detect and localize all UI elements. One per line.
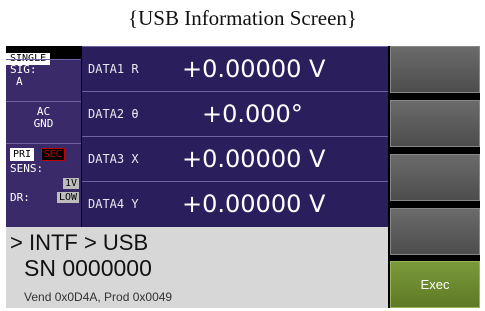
sens-label: SENS:	[10, 162, 44, 175]
sec-badge: SEC	[40, 148, 65, 161]
data-rows: DATA1 R +0.00000 V DATA2 θ +0.000° DATA3…	[82, 46, 388, 227]
data-row-value: +0.000°	[202, 100, 303, 128]
softkey-2[interactable]	[390, 100, 480, 147]
sensitivity-status: PRI SEC SENS: 1V DR: LOW	[6, 143, 81, 227]
data-row: DATA3 X +0.00000 V	[82, 136, 388, 181]
data-row-value: +0.00000 V	[182, 190, 326, 218]
softkey-column: Exec	[390, 46, 480, 308]
data-row-label: DATA1 R	[88, 62, 139, 76]
dr-label: DR:	[10, 191, 30, 204]
screen-caption: {USB Information Screen}	[128, 6, 357, 30]
exec-softkey[interactable]: Exec	[390, 261, 480, 308]
instrument-screen: SINGLE SIG: A AC GND PRI SEC SENS: 1V DR…	[6, 46, 480, 308]
softkey-3[interactable]	[390, 154, 480, 201]
pri-badge: PRI	[10, 148, 35, 161]
data-row-value: +0.00000 V	[182, 145, 326, 173]
dr-value: LOW	[56, 192, 79, 203]
usb-info-panel: > INTF > USB SN 0000000 Vend 0x0D4A, Pro…	[6, 227, 388, 308]
vendor-product-ids: Vend 0x0D4A, Prod 0x0049	[24, 290, 173, 304]
signal-status: SIG: A	[6, 59, 81, 101]
coupling-line-2: GND	[33, 117, 54, 130]
mode-tag: SINGLE	[6, 46, 81, 65]
data-row-label: DATA4 Y	[88, 197, 139, 211]
data-row-value: +0.00000 V	[182, 55, 326, 83]
data-row: DATA2 θ +0.000°	[82, 91, 388, 136]
data-row: DATA4 Y +0.00000 V	[82, 181, 388, 226]
softkey-4[interactable]	[390, 208, 480, 255]
menu-path: > INTF > USB	[10, 230, 149, 255]
data-row-label: DATA2 θ	[88, 107, 139, 121]
status-panel: SINGLE SIG: A AC GND PRI SEC SENS: 1V DR…	[6, 46, 81, 227]
softkey-1[interactable]	[390, 46, 480, 93]
serial-number: SN 0000000	[24, 255, 152, 281]
coupling-status: AC GND	[6, 101, 81, 143]
sens-value: 1V	[62, 178, 79, 189]
data-row-label: DATA3 X	[88, 152, 139, 166]
sig-value: A	[16, 75, 23, 88]
data-row: DATA1 R +0.00000 V	[82, 46, 388, 91]
